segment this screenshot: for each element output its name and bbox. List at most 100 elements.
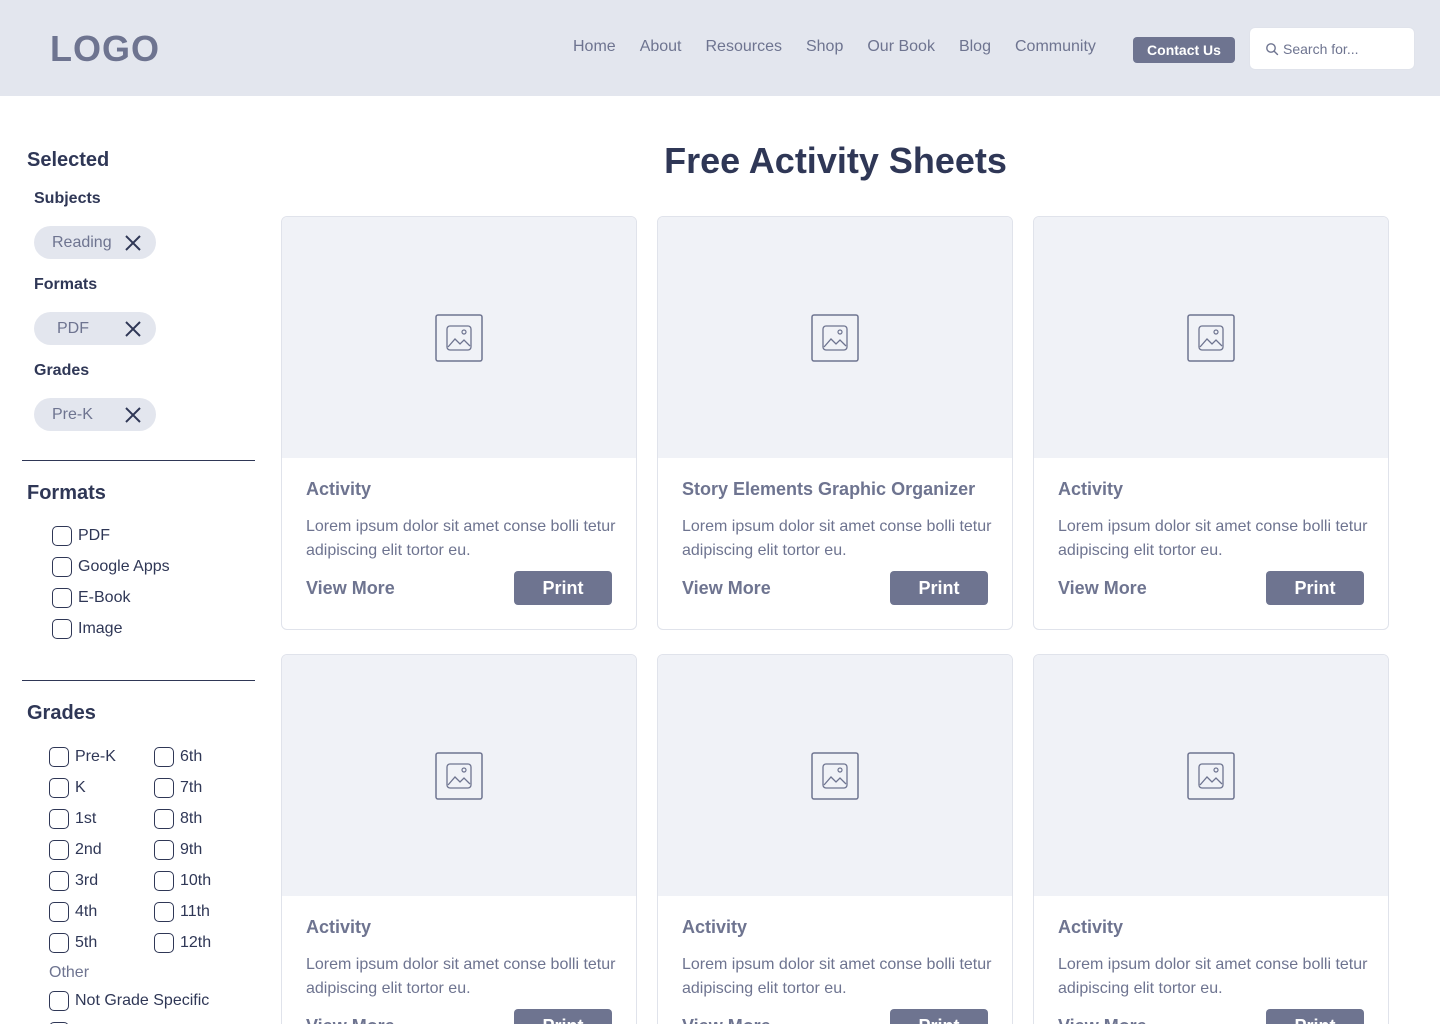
contact-us-button[interactable]: Contact Us <box>1133 37 1235 63</box>
logo[interactable]: LOGO <box>50 28 160 70</box>
page-title: Free Activity Sheets <box>664 140 1007 181</box>
option-label: K <box>75 779 86 796</box>
card-title: Activity <box>1058 917 1124 937</box>
activity-card: Story Elements Graphic Organizer Lorem i… <box>657 216 1013 630</box>
card-description: Lorem ipsum dolor sit amet conse bolli t… <box>306 956 616 997</box>
option-label: PDF <box>78 527 110 544</box>
selected-heading: Selected <box>27 149 110 171</box>
selected-chip-grade: Pre-K <box>34 398 156 431</box>
view-more-link[interactable]: View More <box>306 578 395 599</box>
site-header: LOGO Home About Resources Shop Our Book … <box>0 0 1440 96</box>
activity-card: Activity Lorem ipsum dolor sit amet cons… <box>1033 654 1389 1024</box>
format-option-pdf[interactable]: PDF <box>52 526 110 546</box>
card-description: Lorem ipsum dolor sit amet conse bolli t… <box>306 518 616 559</box>
close-icon[interactable] <box>124 406 142 424</box>
selected-subjects-label: Subjects <box>34 190 101 207</box>
search-input[interactable] <box>1283 40 1403 57</box>
checkbox[interactable] <box>154 809 174 829</box>
option-label: 10th <box>180 872 212 889</box>
nav-blog[interactable]: Blog <box>959 38 991 56</box>
divider <box>22 460 255 461</box>
close-icon[interactable] <box>124 234 142 252</box>
activity-card: Activity Lorem ipsum dolor sit amet cons… <box>281 654 637 1024</box>
grade-option-4th[interactable]: 4th <box>49 902 97 922</box>
print-button[interactable]: Print <box>1266 571 1364 605</box>
card-image <box>658 655 1012 896</box>
checkbox[interactable] <box>49 991 69 1011</box>
formats-heading: Formats <box>27 482 106 504</box>
checkbox[interactable] <box>49 809 69 829</box>
grade-option-pre-k[interactable]: Pre-K <box>49 747 116 767</box>
format-option-ebook[interactable]: E-Book <box>52 588 130 608</box>
checkbox[interactable] <box>49 840 69 860</box>
checkbox[interactable] <box>154 747 174 767</box>
print-button[interactable]: Print <box>514 1009 612 1024</box>
card-image <box>282 217 636 458</box>
grade-option-11th[interactable]: 11th <box>154 902 210 922</box>
card-image <box>658 217 1012 458</box>
image-placeholder-icon <box>811 314 859 362</box>
image-placeholder-icon <box>435 752 483 800</box>
checkbox[interactable] <box>52 588 72 608</box>
nav-resources[interactable]: Resources <box>706 38 782 56</box>
card-title: Activity <box>1058 479 1124 499</box>
checkbox[interactable] <box>49 747 69 767</box>
grade-option-3rd[interactable]: 3rd <box>49 871 98 891</box>
checkbox[interactable] <box>154 933 174 953</box>
grade-option-8th[interactable]: 8th <box>154 809 202 829</box>
nav-about[interactable]: About <box>640 38 682 56</box>
close-icon[interactable] <box>124 320 142 338</box>
checkbox[interactable] <box>154 778 174 798</box>
option-label: Not Grade Specific <box>75 992 210 1009</box>
view-more-link[interactable]: View More <box>1058 1016 1147 1024</box>
format-option-image[interactable]: Image <box>52 619 122 639</box>
card-description: Lorem ipsum dolor sit amet conse bolli t… <box>682 956 992 997</box>
checkbox[interactable] <box>49 778 69 798</box>
checkbox[interactable] <box>52 557 72 577</box>
print-button[interactable]: Print <box>514 571 612 605</box>
nav-our-book[interactable]: Our Book <box>867 38 935 56</box>
card-description: Lorem ipsum dolor sit amet conse bolli t… <box>682 518 992 559</box>
option-label: Google Apps <box>78 558 170 575</box>
card-description: Lorem ipsum dolor sit amet conse bolli t… <box>1058 956 1368 997</box>
grade-option-1st[interactable]: 1st <box>49 809 96 829</box>
print-button[interactable]: Print <box>1266 1009 1364 1024</box>
grade-option-not-grade-specific[interactable]: Not Grade Specific <box>49 991 209 1011</box>
grade-option-9th[interactable]: 9th <box>154 840 202 860</box>
grade-option-6th[interactable]: 6th <box>154 747 202 767</box>
nav-community[interactable]: Community <box>1015 38 1096 56</box>
option-label: 12th <box>180 934 212 951</box>
checkbox[interactable] <box>154 840 174 860</box>
checkbox[interactable] <box>52 526 72 546</box>
card-title: Activity <box>682 917 748 937</box>
view-more-link[interactable]: View More <box>682 1016 771 1024</box>
checkbox[interactable] <box>154 902 174 922</box>
view-more-link[interactable]: View More <box>1058 578 1147 599</box>
option-label: Image <box>78 620 123 637</box>
checkbox[interactable] <box>49 902 69 922</box>
search-icon <box>1266 42 1279 55</box>
grade-option-10th[interactable]: 10th <box>154 871 211 891</box>
option-label: 5th <box>75 934 98 951</box>
grade-option-12th[interactable]: 12th <box>154 933 211 953</box>
checkbox[interactable] <box>49 933 69 953</box>
grade-option-k[interactable]: K <box>49 778 86 798</box>
grade-option-2nd[interactable]: 2nd <box>49 840 102 860</box>
format-option-google-apps[interactable]: Google Apps <box>52 557 170 577</box>
image-placeholder-icon <box>1187 314 1235 362</box>
grade-option-5th[interactable]: 5th <box>49 933 97 953</box>
print-button[interactable]: Print <box>890 571 988 605</box>
view-more-link[interactable]: View More <box>306 1016 395 1024</box>
grade-option-7th[interactable]: 7th <box>154 778 202 798</box>
option-label: 6th <box>180 748 203 765</box>
checkbox[interactable] <box>49 871 69 891</box>
chip-label: Pre-K <box>52 405 93 423</box>
checkbox[interactable] <box>52 619 72 639</box>
print-button[interactable]: Print <box>890 1009 988 1024</box>
option-label: 3rd <box>75 872 99 889</box>
nav-home[interactable]: Home <box>573 38 616 56</box>
view-more-link[interactable]: View More <box>682 578 771 599</box>
checkbox[interactable] <box>154 871 174 891</box>
nav-shop[interactable]: Shop <box>806 38 843 56</box>
selected-grades-label: Grades <box>34 362 90 379</box>
